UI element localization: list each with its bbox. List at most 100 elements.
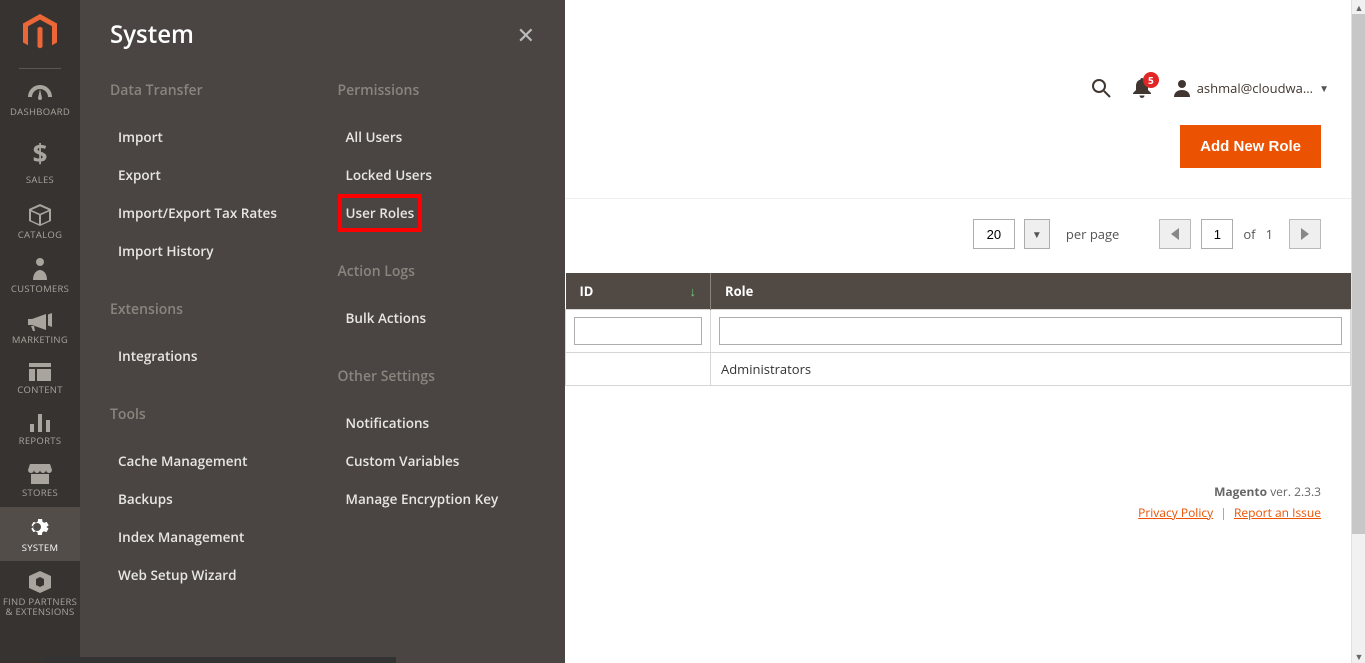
section-other-settings: Other Settings (338, 367, 536, 386)
nav-label: CONTENT (17, 385, 63, 395)
of-label: of (1243, 225, 1255, 243)
section-action-logs: Action Logs (338, 262, 536, 281)
magento-logo-icon[interactable] (23, 14, 57, 52)
nav-catalog[interactable]: CATALOG (0, 194, 80, 248)
privacy-policy-link[interactable]: Privacy Policy (1138, 504, 1213, 521)
submenu-column-2: Permissions All Users Locked Users User … (338, 81, 536, 594)
system-submenu: System ✕ Data Transfer Import Export Imp… (80, 0, 565, 663)
current-page-input[interactable] (1201, 219, 1233, 249)
close-icon[interactable]: ✕ (517, 20, 535, 50)
link-custom-variables[interactable]: Custom Variables (338, 442, 536, 480)
link-all-users[interactable]: All Users (338, 118, 536, 156)
link-integrations[interactable]: Integrations (110, 337, 308, 375)
report-issue-link[interactable]: Report an Issue (1234, 504, 1321, 521)
megaphone-icon (28, 313, 52, 331)
nav-find-partners[interactable]: FIND PARTNERS & EXTENSIONS (0, 561, 80, 626)
username-label: ashmal@cloudwa... (1197, 79, 1313, 97)
prev-page-button[interactable] (1159, 219, 1191, 249)
link-cache-management[interactable]: Cache Management (110, 442, 308, 480)
grid-controls: ▼ per page of 1 (565, 198, 1351, 273)
page-size-input[interactable] (973, 219, 1015, 249)
nav-label: MARKETING (12, 335, 68, 345)
link-user-roles[interactable]: User Roles (338, 194, 423, 232)
nav-content[interactable]: CONTENT (0, 353, 80, 403)
scrollbar-thumb[interactable] (1352, 14, 1365, 534)
submenu-column-1: Data Transfer Import Export Import/Expor… (110, 81, 308, 594)
nav-customers[interactable]: CUSTOMERS (0, 248, 80, 302)
search-icon[interactable] (1091, 78, 1111, 98)
gear-icon (29, 517, 51, 539)
nav-label: SYSTEM (22, 543, 59, 553)
section-permissions: Permissions (338, 81, 536, 100)
nav-label: CUSTOMERS (11, 284, 69, 294)
nav-label: SALES (26, 175, 54, 185)
nav-system[interactable]: SYSTEM (0, 507, 80, 561)
scrollbar-down-arrow-icon[interactable]: ▼ (1352, 649, 1365, 663)
sort-arrow-down-icon: ↓ (690, 282, 697, 300)
footer-version: 2.3.3 (1294, 483, 1321, 500)
footer-product: Magento (1214, 483, 1267, 500)
nav-reports[interactable]: REPORTS (0, 404, 80, 454)
action-bar: Add New Role (565, 125, 1351, 198)
scrollbar[interactable]: ▲ ▼ (1351, 0, 1365, 663)
page-footer: Magento ver. 2.3.3 Privacy Policy | Repo… (1138, 482, 1321, 523)
nav-marketing[interactable]: MARKETING (0, 303, 80, 353)
link-import-export-tax-rates[interactable]: Import/Export Tax Rates (110, 194, 308, 232)
link-backups[interactable]: Backups (110, 480, 308, 518)
puzzle-icon (29, 571, 51, 593)
submenu-title: System (110, 18, 194, 51)
user-menu[interactable]: ashmal@cloudwa... ▼ (1173, 79, 1329, 97)
nav-label: FIND PARTNERS & EXTENSIONS (3, 597, 77, 618)
next-page-button[interactable] (1289, 219, 1321, 249)
filter-id-input[interactable] (574, 317, 702, 345)
main-content: 5 ashmal@cloudwa... ▼ Add New Role ▼ per… (565, 0, 1351, 663)
storefront-icon (28, 464, 52, 484)
nav-dashboard[interactable]: DASHBOARD (0, 75, 80, 125)
nav-label: CATALOG (18, 230, 63, 240)
link-notifications[interactable]: Notifications (338, 404, 536, 442)
layout-icon (29, 363, 51, 381)
section-extensions: Extensions (110, 300, 308, 319)
nav-stores[interactable]: STORES (0, 454, 80, 506)
person-icon (33, 258, 47, 280)
nav-divider (19, 68, 61, 69)
total-pages: 1 (1266, 225, 1273, 243)
nav-label: STORES (22, 488, 58, 498)
notification-badge: 5 (1143, 72, 1159, 88)
link-import-history[interactable]: Import History (110, 232, 308, 270)
roles-grid: ID ↓ Role Administrators (565, 273, 1351, 386)
bar-chart-icon (30, 414, 50, 432)
column-header-role[interactable]: Role (711, 273, 1351, 310)
link-import[interactable]: Import (110, 118, 308, 156)
filter-role-input[interactable] (719, 317, 1342, 345)
section-data-transfer: Data Transfer (110, 81, 308, 100)
bottom-strip (44, 657, 396, 663)
left-navigation: DASHBOARD $ SALES CATALOG CUSTOMERS MARK… (0, 0, 80, 663)
link-web-setup-wizard[interactable]: Web Setup Wizard (110, 556, 308, 594)
link-manage-encryption-key[interactable]: Manage Encryption Key (338, 480, 536, 518)
scrollbar-up-arrow-icon[interactable]: ▲ (1352, 0, 1365, 14)
column-header-id[interactable]: ID ↓ (566, 273, 711, 310)
top-bar: 5 ashmal@cloudwa... ▼ (565, 0, 1351, 125)
table-row[interactable]: Administrators (566, 353, 1351, 386)
link-locked-users[interactable]: Locked Users (338, 156, 536, 194)
link-export[interactable]: Export (110, 156, 308, 194)
link-index-management[interactable]: Index Management (110, 518, 308, 556)
nav-label: REPORTS (19, 436, 62, 446)
box-icon (29, 204, 51, 226)
per-page-label: per page (1066, 225, 1119, 243)
footer-version-label: ver. (1270, 483, 1291, 500)
cell-id (566, 353, 711, 386)
gauge-icon (28, 85, 52, 103)
link-bulk-actions[interactable]: Bulk Actions (338, 299, 536, 337)
cell-role: Administrators (711, 353, 1351, 386)
nav-sales[interactable]: $ SALES (0, 125, 80, 193)
nav-label: DASHBOARD (10, 107, 70, 117)
section-tools: Tools (110, 405, 308, 424)
dollar-icon: $ (33, 135, 48, 171)
chevron-down-icon: ▼ (1319, 81, 1329, 95)
user-icon (1173, 79, 1191, 97)
page-size-dropdown[interactable]: ▼ (1024, 219, 1050, 249)
add-new-role-button[interactable]: Add New Role (1180, 125, 1321, 168)
notifications-button[interactable]: 5 (1133, 78, 1151, 98)
